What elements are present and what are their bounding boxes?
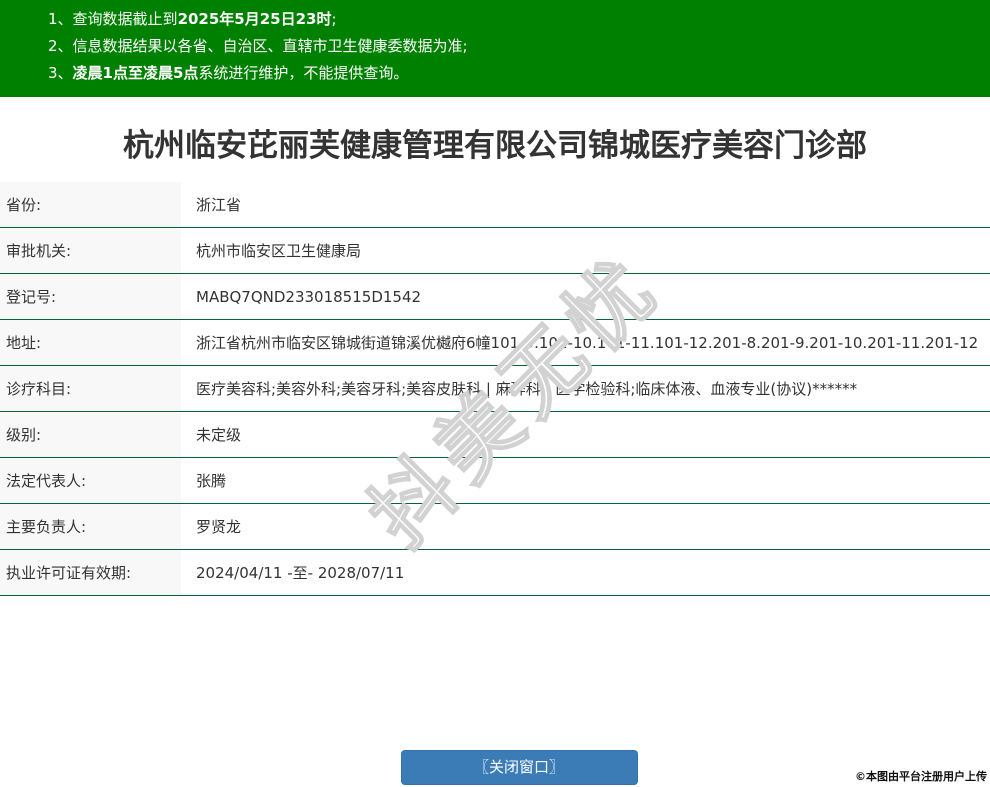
notice-text: 系统进行维护，不能提供查询。 [198,64,408,82]
row-value: 2024/04/11 -至- 2028/07/11 [181,550,990,595]
row-label: 级别: [0,412,181,457]
row-label: 执业许可证有效期: [0,550,181,595]
row-label: 审批机关: [0,228,181,273]
close-window-button[interactable]: 〖关闭窗口〗 [401,750,638,785]
row-value: 未定级 [181,412,990,457]
table-row-legal-representative: 法定代表人: 张腾 [0,458,990,504]
notice-line-2: 2、信息数据结果以各省、自治区、直辖市卫生健康委数据为准; [48,33,980,60]
row-value: 张腾 [181,458,990,503]
table-row-province: 省份: 浙江省 [0,182,990,228]
table-row-address: 地址: 浙江省杭州市临安区锦城街道锦溪优樾府6幢101-9.101-10.101… [0,320,990,366]
row-value: 罗贤龙 [181,504,990,549]
row-label: 诊疗科目: [0,366,181,411]
table-row-main-person-in-charge: 主要负责人: 罗贤龙 [0,504,990,550]
row-value: MABQ7QND233018515D1542 [181,274,990,319]
page-title: 杭州临安芘丽芙健康管理有限公司锦城医疗美容门诊部 [0,125,990,168]
notice-line-1: 1、查询数据截止到2025年5月25日23时; [48,6,980,33]
notice-text: ; [332,10,337,28]
row-value: 浙江省 [181,182,990,227]
row-label: 主要负责人: [0,504,181,549]
row-label: 登记号: [0,274,181,319]
row-label: 法定代表人: [0,458,181,503]
notice-text-bold: 凌晨1点至凌晨5点 [73,64,199,82]
row-label: 省份: [0,182,181,227]
row-label: 地址: [0,320,181,365]
table-row-approval-authority: 审批机关: 杭州市临安区卫生健康局 [0,228,990,274]
row-value: 浙江省杭州市临安区锦城街道锦溪优樾府6幢101-9.101-10.101-11.… [181,320,990,365]
institution-info-table: 省份: 浙江省 审批机关: 杭州市临安区卫生健康局 登记号: MABQ7QND2… [0,182,990,596]
table-row-license-validity: 执业许可证有效期: 2024/04/11 -至- 2028/07/11 [0,550,990,596]
notice-number: 3、 [48,64,73,82]
notice-line-3: 3、凌晨1点至凌晨5点系统进行维护，不能提供查询。 [48,60,980,87]
table-row-registration-number: 登记号: MABQ7QND233018515D1542 [0,274,990,320]
notice-text: 查询数据截止到 [73,10,178,28]
notice-banner: 1、查询数据截止到2025年5月25日23时; 2、信息数据结果以各省、自治区、… [0,0,990,97]
table-row-level: 级别: 未定级 [0,412,990,458]
notice-number: 1、 [48,10,73,28]
notice-number: 2、 [48,37,73,55]
notice-text: 信息数据结果以各省、自治区、直辖市卫生健康委数据为准; [73,37,468,55]
row-value: 杭州市临安区卫生健康局 [181,228,990,273]
notice-text-bold: 2025年5月25日23时 [178,10,332,28]
row-value: 医疗美容科;美容外科;美容牙科;美容皮肤科 | 麻醉科 | 医学检验科;临床体液… [181,366,990,411]
table-row-treatment-subjects: 诊疗科目: 医疗美容科;美容外科;美容牙科;美容皮肤科 | 麻醉科 | 医学检验… [0,366,990,412]
copyright-watermark: ©本图由平台注册用户上传 [855,768,987,784]
button-area: 〖关闭窗口〗 [0,750,990,785]
